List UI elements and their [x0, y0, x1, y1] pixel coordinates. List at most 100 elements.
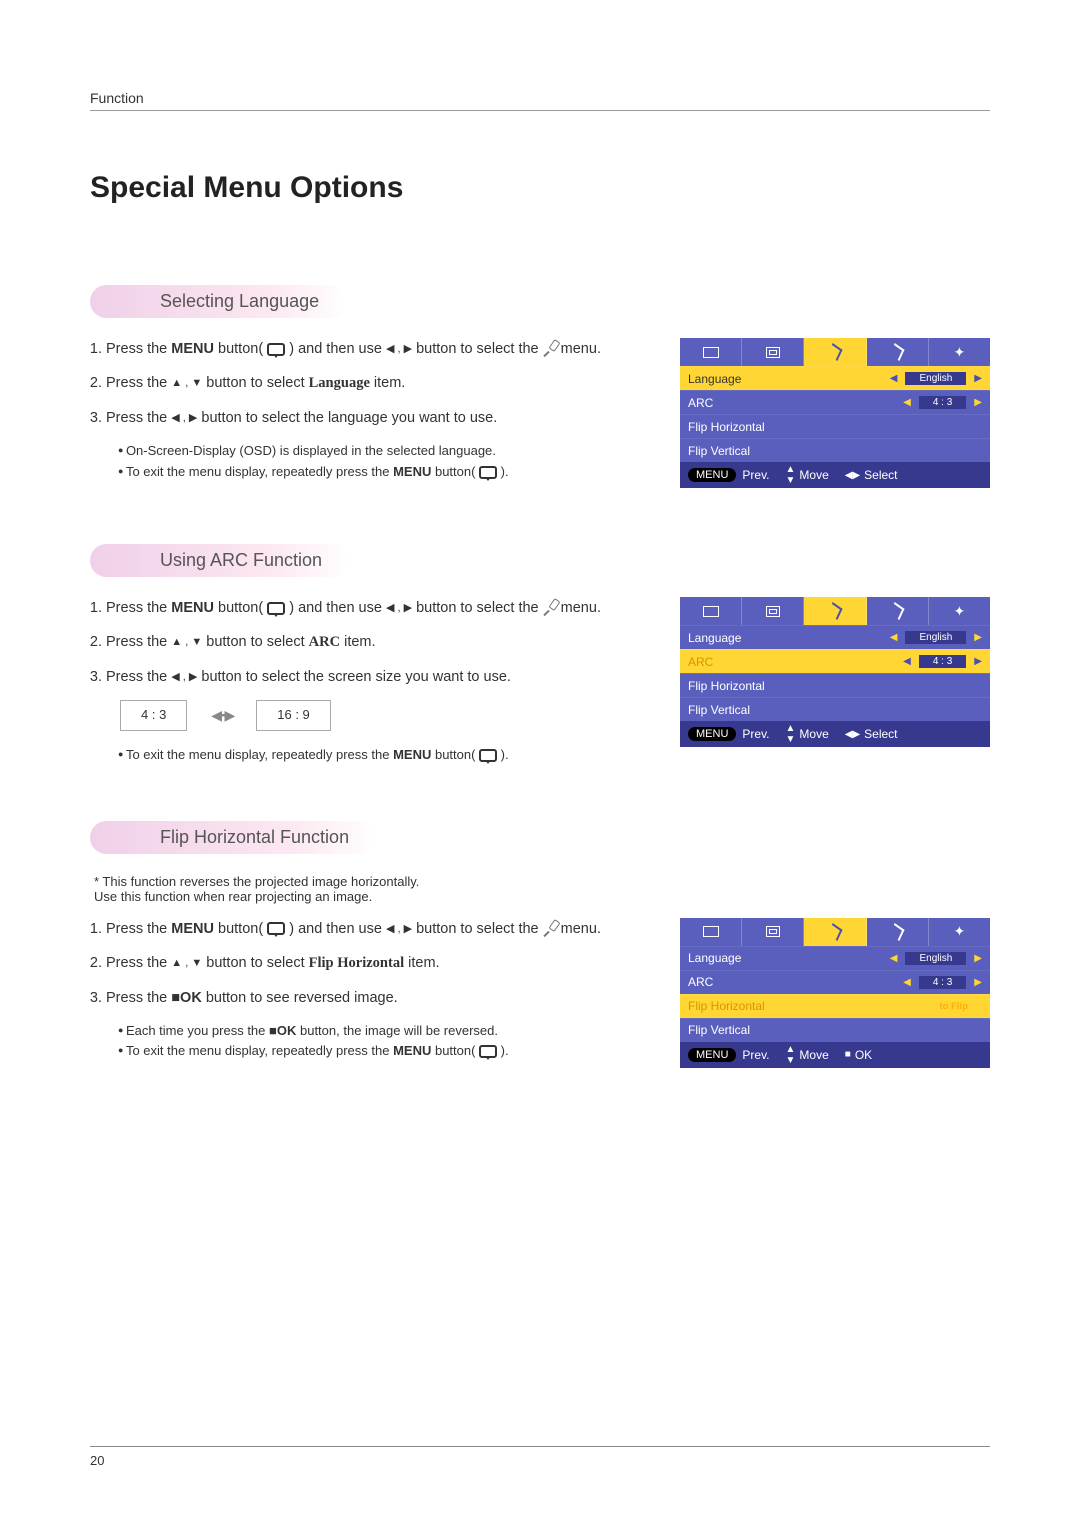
osd-footer: MENU Prev. ▲▼Move ◀▶Select	[680, 462, 990, 488]
osd-row-arc[interactable]: ARC ◀4 : 3▶	[680, 649, 990, 673]
subheading-arc: Using ARC Function	[90, 544, 350, 577]
spark-icon	[954, 344, 966, 361]
osd-tab-4[interactable]	[867, 338, 929, 366]
right-arrow-icon[interactable]: ▶	[974, 656, 982, 667]
tool-icon	[543, 341, 557, 355]
left-arrow-icon[interactable]: ◀	[890, 953, 898, 964]
menu-icon	[479, 466, 497, 479]
section-selecting-language: Selecting Language Press the MENU button…	[90, 285, 990, 488]
spark-icon	[954, 923, 966, 940]
osd-row-language[interactable]: Language ◀English▶	[680, 366, 990, 390]
menu-icon	[479, 749, 497, 762]
updown-icon: ▲▼	[786, 1044, 796, 1066]
left-arrow-icon[interactable]: ◀	[890, 632, 898, 643]
flip-step-1: Press the MENU button( ) and then use ◀ …	[106, 918, 650, 940]
left-arrow-icon[interactable]: ◀	[903, 656, 911, 667]
menu-icon	[267, 602, 285, 615]
osd-footer: MENU Prev. ▲▼Move ◀▶Select	[680, 721, 990, 747]
lang-bullet-1: On-Screen-Display (OSD) is displayed in …	[118, 441, 650, 461]
osd-tab-1[interactable]	[680, 338, 742, 366]
osd-tab-3[interactable]	[804, 918, 866, 946]
osd-row-fliph[interactable]: Flip Horizontal to Flip	[680, 994, 990, 1018]
subheading-language: Selecting Language	[90, 285, 347, 318]
section-flip-horizontal: Flip Horizontal Function * This function…	[90, 821, 990, 1068]
lang-step-2: Press the ▲ , ▼ button to select Languag…	[106, 372, 650, 394]
rect-icon	[703, 926, 719, 937]
osd-tab-1[interactable]	[680, 918, 742, 946]
osd-row-flipv[interactable]: Flip Vertical	[680, 438, 990, 462]
ratio-diagram: 4 : 3 ◀━▶ 16 : 9	[120, 700, 650, 730]
page-footer: 20	[90, 1446, 990, 1468]
flip-bullet-2: To exit the menu display, repeatedly pre…	[118, 1041, 650, 1061]
tool-tab-icon	[828, 923, 843, 941]
menu-badge[interactable]: MENU	[688, 468, 736, 482]
osd-footer: MENU Prev. ▲▼Move ■OK	[680, 1042, 990, 1068]
tool-tab-icon	[890, 343, 905, 361]
right-arrow-icon[interactable]: ▶	[974, 397, 982, 408]
tool-icon	[543, 921, 557, 935]
osd-row-flipv[interactable]: Flip Vertical	[680, 697, 990, 721]
header-category: Function	[90, 90, 144, 106]
instructions-flip: Press the MENU button( ) and then use ◀ …	[90, 918, 650, 1062]
lang-bullet-2: To exit the menu display, repeatedly pre…	[118, 462, 650, 482]
updown-icon: ▲▼	[786, 723, 796, 745]
osd-panel-language: Language ◀English▶ ARC ◀4 : 3▶ Flip Hori…	[680, 338, 990, 488]
osd-tab-5[interactable]	[929, 338, 990, 366]
osd-tab-1[interactable]	[680, 597, 742, 625]
osd-panel-arc: Language ◀English▶ ARC ◀4 : 3▶ Flip Hori…	[680, 597, 990, 747]
osd-tab-5[interactable]	[929, 918, 990, 946]
osd-row-arc[interactable]: ARC ◀4 : 3▶	[680, 970, 990, 994]
rect-icon	[703, 347, 719, 358]
right-arrow-icon[interactable]: ▶	[974, 977, 982, 988]
leftright-icon: ◀▶	[845, 729, 860, 740]
section-arc: Using ARC Function Press the MENU button…	[90, 544, 990, 765]
osd-row-language[interactable]: Language ◀English▶	[680, 625, 990, 649]
instructions-language: Press the MENU button( ) and then use ◀ …	[90, 338, 650, 482]
right-arrow-icon[interactable]: ▶	[974, 373, 982, 384]
osd-tab-3[interactable]	[804, 338, 866, 366]
menu-badge[interactable]: MENU	[688, 727, 736, 741]
menu-badge[interactable]: MENU	[688, 1048, 736, 1062]
lang-step-1: Press the MENU button( ) and then use ◀ …	[106, 338, 650, 360]
osd-tab-4[interactable]	[867, 597, 929, 625]
right-arrow-icon[interactable]: ▶	[974, 632, 982, 643]
osd-row-fliph[interactable]: Flip Horizontal	[680, 414, 990, 438]
arc-bullet-1: To exit the menu display, repeatedly pre…	[118, 745, 650, 765]
osd-tab-3[interactable]	[804, 597, 866, 625]
rect-inner-icon	[766, 347, 780, 358]
page-number: 20	[90, 1453, 104, 1468]
osd-tab-2[interactable]	[742, 918, 804, 946]
right-arrow-icon[interactable]: ▶	[974, 953, 982, 964]
left-arrow-icon[interactable]: ◀	[903, 397, 911, 408]
rect-inner-icon	[766, 926, 780, 937]
spark-icon	[954, 603, 966, 620]
flip-step-3: Press the ■OK button to see reversed ima…	[106, 987, 650, 1009]
osd-tab-2[interactable]	[742, 597, 804, 625]
left-arrow-icon[interactable]: ◀	[903, 977, 911, 988]
lang-step-3: Press the ◀ , ▶ button to select the lan…	[106, 407, 650, 429]
osd-tabs	[680, 338, 990, 366]
tool-tab-icon	[890, 923, 905, 941]
osd-row-fliph[interactable]: Flip Horizontal	[680, 673, 990, 697]
subheading-flip: Flip Horizontal Function	[90, 821, 377, 854]
square-icon: ■	[845, 1049, 851, 1060]
page-title: Special Menu Options	[90, 171, 990, 205]
double-arrow-icon: ◀━▶	[211, 705, 232, 727]
osd-tabs	[680, 597, 990, 625]
ratio-16-9: 16 : 9	[256, 700, 331, 730]
arc-step-3: Press the ◀ , ▶ button to select the scr…	[106, 666, 650, 688]
menu-icon	[267, 922, 285, 935]
osd-row-arc[interactable]: ARC ◀4 : 3▶	[680, 390, 990, 414]
flip-step-2: Press the ▲ , ▼ button to select Flip Ho…	[106, 952, 650, 974]
osd-tab-2[interactable]	[742, 338, 804, 366]
left-arrow-icon[interactable]: ◀	[890, 373, 898, 384]
menu-icon	[267, 343, 285, 356]
osd-tab-5[interactable]	[929, 597, 990, 625]
osd-row-flipv[interactable]: Flip Vertical	[680, 1018, 990, 1042]
osd-tab-4[interactable]	[867, 918, 929, 946]
osd-row-language[interactable]: Language ◀English▶	[680, 946, 990, 970]
arc-step-2: Press the ▲ , ▼ button to select ARC ite…	[106, 631, 650, 653]
osd-panel-flip: Language ◀English▶ ARC ◀4 : 3▶ Flip Hori…	[680, 918, 990, 1068]
leftright-icon: ◀▶	[845, 470, 860, 481]
arc-step-1: Press the MENU button( ) and then use ◀ …	[106, 597, 650, 619]
